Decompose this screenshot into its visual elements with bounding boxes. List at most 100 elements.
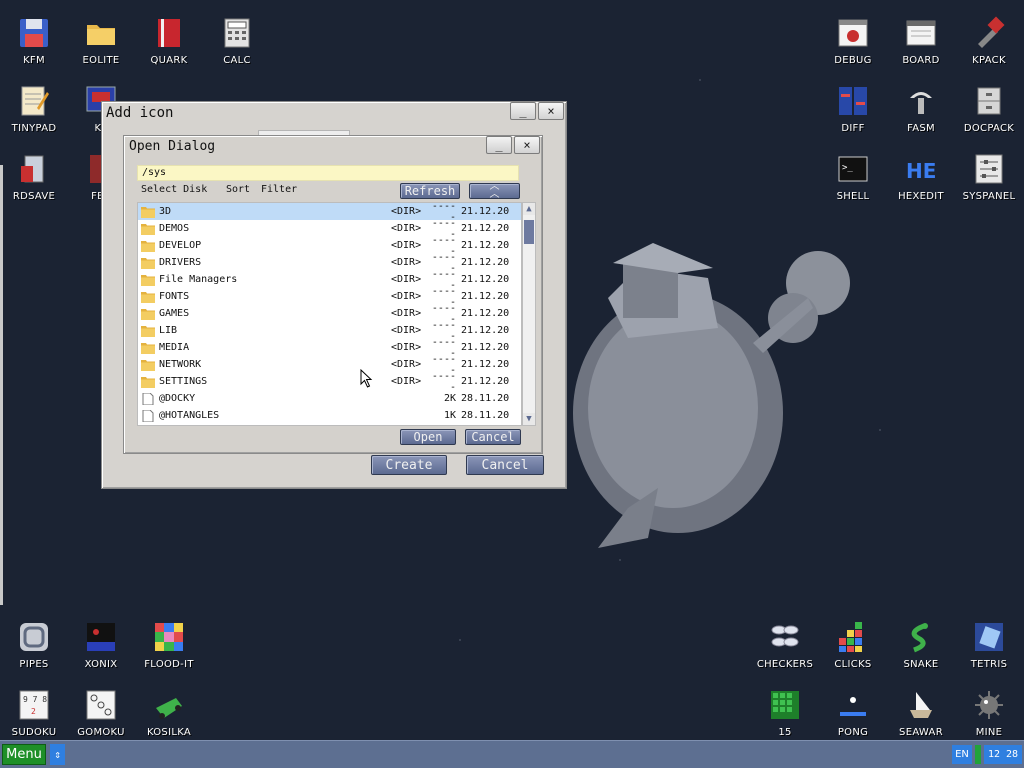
desktop-icon-label: CLICKS xyxy=(834,659,872,670)
file-row[interactable]: SETTINGS <DIR> ----- 21.12.20 xyxy=(138,371,521,393)
sort-button[interactable]: Sort xyxy=(226,184,250,195)
menu-button[interactable]: Menu xyxy=(2,744,46,765)
desktop-icon-board[interactable]: BOARD xyxy=(889,8,953,74)
add-icon-close-button[interactable]: × xyxy=(538,102,564,120)
desktop-icon-sudoku[interactable]: 9 7 8 2 SUDOKU xyxy=(2,680,66,746)
desktop-icon-label: MINE xyxy=(975,727,1003,738)
desktop-icon-seawar[interactable]: SEAWAR xyxy=(889,680,953,746)
file-type: <DIR> xyxy=(391,274,422,285)
desktop-icon-snake[interactable]: SNAKE xyxy=(889,612,953,678)
calculator-icon xyxy=(220,16,254,50)
path-input[interactable]: /sys xyxy=(137,165,519,181)
add-icon-minimize-button[interactable]: _ xyxy=(510,102,536,120)
file-size: 1K xyxy=(443,410,456,421)
svg-text:HE: HE xyxy=(906,159,936,183)
desktop-icon-tinypad[interactable]: TINYPAD xyxy=(2,76,66,142)
desktop-icon-kfm[interactable]: KFM xyxy=(2,8,66,74)
refresh-button[interactable]: Refresh xyxy=(400,183,460,199)
desktop-icon-label: EOLITE xyxy=(82,55,120,66)
desktop-icon-syspanel[interactable]: SYSPANEL xyxy=(957,144,1021,210)
file-row[interactable]: 3D <DIR> ----- 21.12.20 xyxy=(138,203,521,223)
desktop-icon-label: DOCPACK xyxy=(963,123,1015,134)
desktop-icon-fasm[interactable]: FASM xyxy=(889,76,953,142)
file-name: FONTS xyxy=(159,291,190,302)
scroll-up-arrow-icon[interactable]: ▲ xyxy=(523,203,535,215)
file-type: <DIR> xyxy=(391,240,422,251)
scroll-down-arrow-icon[interactable]: ▼ xyxy=(523,413,535,425)
language-indicator[interactable]: EN xyxy=(952,745,972,764)
file-row[interactable]: DEMOS <DIR> ----- 21.12.20 xyxy=(138,218,521,240)
file-row[interactable]: NETWORK <DIR> ----- 21.12.20 xyxy=(138,354,521,376)
clock[interactable]: 12 28 xyxy=(984,745,1022,764)
file-date: 21.12.20 xyxy=(461,308,510,319)
desktop-icon-tetris[interactable]: TETRIS xyxy=(957,612,1021,678)
book-icon xyxy=(152,16,186,50)
file-type: <DIR> xyxy=(391,359,422,370)
file-type: <DIR> xyxy=(391,291,422,302)
desktop-icon-quark[interactable]: QUARK xyxy=(137,8,201,74)
desktop-icon-clicks[interactable]: CLICKS xyxy=(821,612,885,678)
desktop-icon-label: PONG xyxy=(837,727,869,738)
file-name: NETWORK xyxy=(159,359,202,370)
docpack-icon xyxy=(972,84,1006,118)
desktop-icon-docpack[interactable]: DOCPACK xyxy=(957,76,1021,142)
desktop-icon-kosilka[interactable]: KOSILKA xyxy=(137,680,201,746)
desktop-icon-hexedit[interactable]: HE HEXEDIT xyxy=(889,144,953,210)
desktop-icon-diff[interactable]: DIFF xyxy=(821,76,885,142)
parent-folder-button[interactable]: ︿ ︿ xyxy=(469,182,520,200)
filter-button[interactable]: Filter xyxy=(261,184,297,195)
file-list-scrollbar[interactable]: ▲ ▼ xyxy=(522,202,536,426)
select-disk-button[interactable]: Select Disk xyxy=(141,184,207,195)
open-button[interactable]: Open xyxy=(400,429,456,445)
file-date: 21.12.20 xyxy=(461,359,510,370)
file-row[interactable]: GAMES <DIR> ----- 21.12.20 xyxy=(138,303,521,325)
desktop-icon-15[interactable]: 15 xyxy=(753,680,817,746)
desktop-icon-mine[interactable]: MINE xyxy=(957,680,1021,746)
desktop-icon-label: KOSILKA xyxy=(146,727,192,738)
pipes-icon xyxy=(17,620,51,654)
desktop-icon-label: CHECKERS xyxy=(756,659,814,670)
folder-icon xyxy=(141,359,155,371)
file-row[interactable]: FONTS <DIR> ----- 21.12.20 xyxy=(138,286,521,308)
add-icon-cancel-button[interactable]: Cancel xyxy=(466,455,544,475)
file-row[interactable]: @DOCKY 2K 28.11.20 xyxy=(138,390,521,407)
sudoku-icon: 9 7 8 2 xyxy=(17,688,51,722)
folder-icon xyxy=(141,223,155,235)
file-list[interactable]: 3D <DIR> ----- 21.12.20 DEMOS <DIR> ----- 21.12… xyxy=(137,202,522,426)
desktop-icon-kpack[interactable]: KPACK xyxy=(957,8,1021,74)
open-dialog-close-button[interactable]: × xyxy=(514,136,540,154)
add-icon-window-title: Add icon xyxy=(106,105,174,121)
notepad-icon xyxy=(17,84,51,118)
scroll-thumb[interactable] xyxy=(524,220,534,244)
desktop-icon-gomoku[interactable]: GOMOKU xyxy=(69,680,133,746)
create-button[interactable]: Create xyxy=(371,455,447,475)
open-dialog-minimize-button[interactable]: _ xyxy=(486,136,512,154)
file-row[interactable]: LIB <DIR> ----- 21.12.20 xyxy=(138,320,521,342)
open-dialog-cancel-button[interactable]: Cancel xyxy=(465,429,521,445)
desktop-icon-calc[interactable]: CALC xyxy=(205,8,269,74)
folder-icon xyxy=(141,376,155,388)
file-row[interactable]: DEVELOP <DIR> ----- 21.12.20 xyxy=(138,235,521,257)
desktop-icon-pipes[interactable]: PIPES xyxy=(2,612,66,678)
desktop-icon-shell[interactable]: >_ SHELL xyxy=(821,144,885,210)
desktop-icon-label: PIPES xyxy=(19,659,49,670)
folder-icon xyxy=(141,274,155,286)
file-row[interactable]: File Managers <DIR> ----- 21.12.20 xyxy=(138,269,521,291)
window-switch-button[interactable]: ⇕ xyxy=(50,744,65,765)
desktop-icon-flood-it[interactable]: FLOOD-IT xyxy=(137,612,201,678)
desktop-icon-checkers[interactable]: CHECKERS xyxy=(753,612,817,678)
desktop-icon-pong[interactable]: PONG xyxy=(821,680,885,746)
file-type: <DIR> xyxy=(391,376,422,387)
snake-icon xyxy=(904,620,938,654)
desktop-icon-debug[interactable]: DEBUG xyxy=(821,8,885,74)
desktop-icon-xonix[interactable]: XONIX xyxy=(69,612,133,678)
folder-icon xyxy=(141,325,155,337)
file-row[interactable]: @HOTANGLES 1K 28.11.20 xyxy=(138,407,521,424)
tetris-icon xyxy=(972,620,1006,654)
desktop-icon-rdsave[interactable]: RDSAVE xyxy=(2,144,66,210)
file-row[interactable]: MEDIA <DIR> ----- 21.12.20 xyxy=(138,337,521,359)
file-date: 21.12.20 xyxy=(461,342,510,353)
file-row[interactable]: DRIVERS <DIR> ----- 21.12.20 xyxy=(138,252,521,274)
file-date: 28.11.20 xyxy=(461,393,510,404)
desktop-icon-eolite[interactable]: EOLITE xyxy=(69,8,133,74)
